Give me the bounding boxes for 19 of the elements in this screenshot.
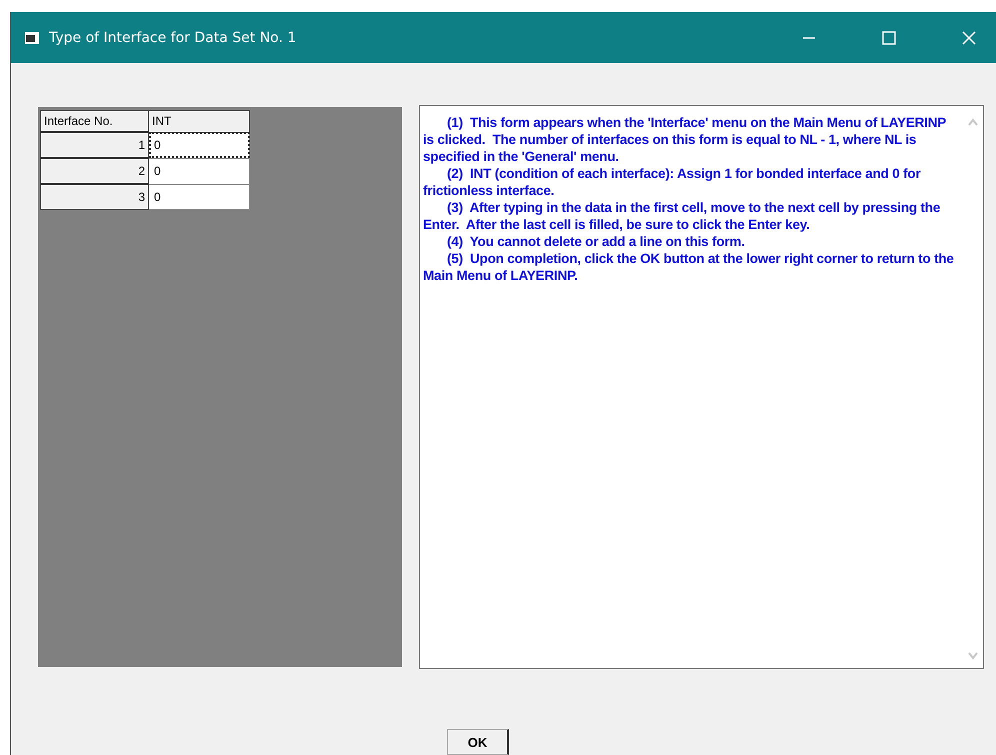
instruction-paragraph: (2) INT (condition of each interface): Assign 1 for bonded interface and 0 for frictionless interface. (423, 165, 922, 199)
row-header-cell: 1 (40, 132, 148, 158)
column-header: INT (148, 110, 250, 132)
row-header-cell: 2 (40, 158, 148, 184)
close-icon[interactable] (962, 30, 976, 44)
table-cell[interactable]: 0 (148, 158, 250, 184)
maximize-icon[interactable] (882, 30, 896, 44)
instruction-paragraph: (1) This form appears when the 'Interface' menu on the Main Menu of LAYERINP is clicked. The number of interfaces on this form is equal to NL - 1, where NL is specified in the 'General' menu. (423, 114, 947, 165)
window-title: Type of Interface for Data Set No. 1 (49, 30, 296, 46)
row-header-cell: 3 (40, 184, 148, 210)
ok-button[interactable]: OK (447, 729, 509, 755)
column-header: Interface No. (40, 110, 148, 132)
table-cell[interactable]: 0 (148, 184, 250, 210)
app-icon (25, 32, 39, 44)
table-cell[interactable]: 0 (148, 132, 250, 158)
instruction-paragraph: (4) You cannot delete or add a line on this form. (446, 233, 746, 250)
instructions-box[interactable] (419, 105, 984, 669)
instruction-paragraph: (5) Upon completion, click the OK button at the lower right corner to return to the Main Menu of LAYERINP. (423, 250, 955, 284)
instruction-paragraph: (3) After typing in the data in the first cell, move to the next cell by pressing the Enter. After the last cell is filled, be sure to click the Enter key. (423, 199, 942, 233)
